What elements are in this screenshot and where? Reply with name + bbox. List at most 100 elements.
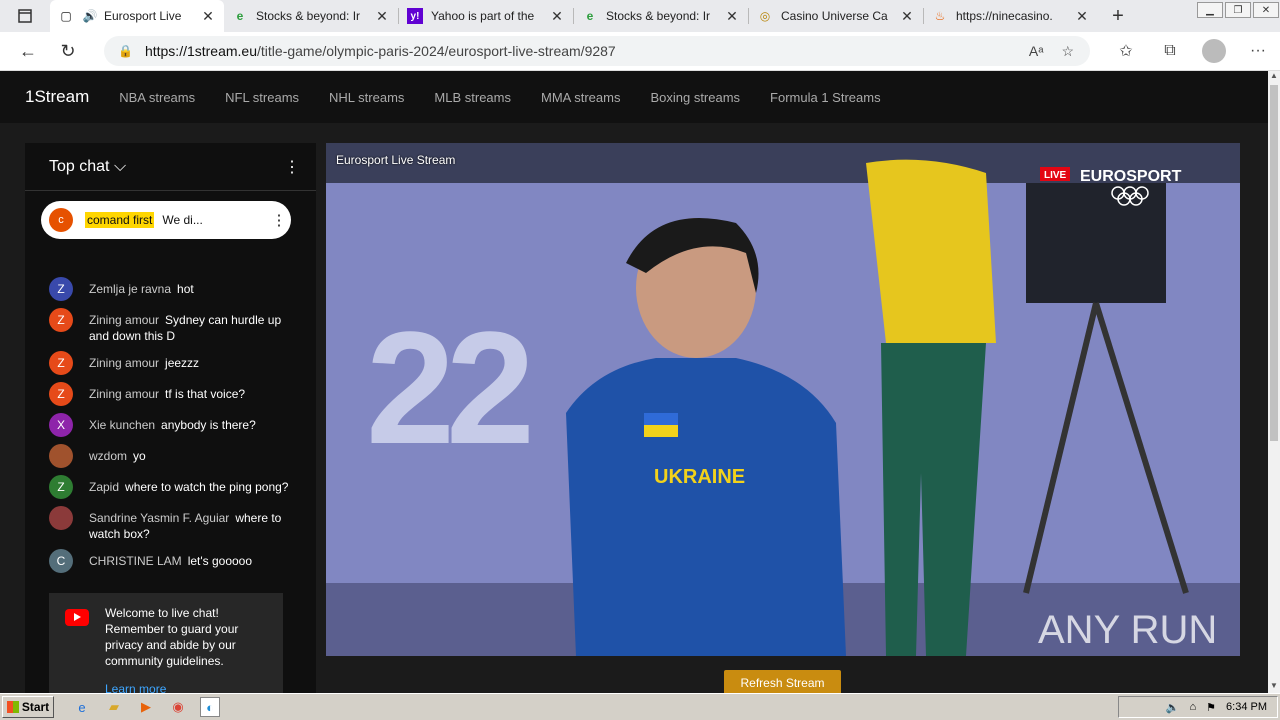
message-text: yo [133,449,146,463]
speaker-icon[interactable]: 🔊 [82,8,98,24]
avatar [49,506,73,530]
avatar: Z [49,277,73,301]
nav-mlb[interactable]: MLB streams [434,90,511,105]
message-author: Xie kunchen [89,418,156,432]
ninecasino-icon: ♨ [934,9,946,23]
more-vert-icon[interactable]: ⋮ [284,157,300,177]
tab-strip: ▢ 🔊 Eurosport Live ✕ e Stocks & beyond: … [0,0,1280,32]
chevron-down-icon: ⌵ [113,157,127,175]
profile-avatar[interactable] [1202,39,1226,63]
close-icon[interactable]: ✕ [200,8,216,25]
chat-mode-dropdown[interactable]: Top chat ⌵ [49,158,126,176]
tab-title: https://ninecasino. [956,9,1053,23]
stream-label: Eurosport Live Stream [336,153,456,167]
collections-icon[interactable]: ⧉ [1148,42,1192,60]
favorites-icon[interactable]: ✩ [1104,41,1148,61]
chat-message: wzdom yo [25,444,316,468]
tab-casino-universe[interactable]: ◎ Casino Universe Ca ✕ [749,0,923,32]
tab-stocks-1[interactable]: e Stocks & beyond: Ir ✕ [224,0,398,32]
chat-messages: Z Zemlja je ravna hot Z Zining amour Sydney c… [25,277,316,584]
more-vert-icon[interactable]: ⋮ [267,211,291,229]
chat-message: Z Zining amour Sydney can hurdle up and do… [25,308,316,344]
learn-more-link[interactable]: Learn more [105,681,273,693]
message-author: Zining amour [89,387,160,401]
close-icon[interactable]: ✕ [724,8,740,25]
yahoo-icon: y! [407,8,423,24]
new-tab-button[interactable]: + [1098,0,1138,32]
message-author: Zapid [89,480,120,494]
shield-icon[interactable]: ⚑ [1206,701,1216,714]
message-text: tf is that voice? [165,387,246,401]
chat-message: Z Zemlja je ravna hot [25,277,316,301]
close-icon[interactable]: ✕ [1074,8,1090,25]
message-text: where to watch the ping pong? [125,480,289,494]
message-text: let's gooooo [187,554,253,568]
avatar: Z [49,308,73,332]
avatar: Z [49,475,73,499]
chat-message: C CHRISTINE LAM let's gooooo [25,549,316,573]
athlete-blue-shirt [566,358,846,656]
back-button[interactable]: ← [8,35,48,67]
anyrun-watermark: ANY RUN [1038,608,1217,652]
tab-stocks-2[interactable]: e Stocks & beyond: Ir ✕ [574,0,748,32]
nav-mma[interactable]: MMA streams [541,90,620,105]
nav-nba[interactable]: NBA streams [119,90,195,105]
nav-nfl[interactable]: NFL streams [225,90,299,105]
message-text: jeezzz [165,356,200,370]
camera [1026,183,1166,303]
e-leaf-icon: e [586,9,594,23]
nav-f1[interactable]: Formula 1 Streams [770,90,881,105]
start-button[interactable]: Start [2,696,54,718]
page-scrollbar[interactable]: ▲ ▼ [1268,71,1280,693]
reload-button[interactable]: ↻ [48,35,88,67]
site-logo[interactable]: 1Stream [25,87,89,107]
e-leaf-icon: e [236,9,244,23]
avatar: X [49,413,73,437]
url-field[interactable]: 🔒 https://1stream.eu/title-game/olympic-… [104,36,1090,66]
tab-eurosport[interactable]: ▢ 🔊 Eurosport Live ✕ [50,0,224,32]
scroll-down-icon[interactable]: ▼ [1268,681,1280,693]
tab-ninecasino[interactable]: ♨ https://ninecasino. ✕ [924,0,1098,32]
url-text: https://1stream.eu/title-game/olympic-pa… [144,43,616,59]
tab-actions-button[interactable] [0,0,50,32]
message-author: CHRISTINE LAM [89,554,182,568]
scroll-thumb[interactable] [1270,85,1278,441]
chrome-icon[interactable]: ◉ [168,697,188,717]
nav-nhl[interactable]: NHL streams [329,90,404,105]
video-player[interactable]: 2 2 UKRAINE LIVE EUROSPORT ANY RUN Euros… [326,143,1240,656]
media-player-icon[interactable]: ▶ [136,697,156,717]
tab-yahoo[interactable]: y! Yahoo is part of the ✕ [399,0,573,32]
close-window-button[interactable]: ✕ [1253,2,1279,18]
maximize-button[interactable]: ❐ [1225,2,1251,18]
pinned-author: comand first [85,212,155,228]
message-author: Zemlja je ravna [89,282,172,296]
folder-icon[interactable]: ▰ [104,697,124,717]
scroll-up-icon[interactable]: ▲ [1268,71,1280,83]
close-icon[interactable]: ✕ [899,8,915,25]
system-tray: 🔈 ⌂ ⚑ 6:34 PM [1118,696,1278,718]
minimize-button[interactable]: ▁ [1197,2,1223,18]
network-icon[interactable]: ⌂ [1190,701,1197,713]
shirt-text: UKRAINE [654,466,745,488]
read-aloud-icon[interactable]: Aᵃ [1029,43,1044,60]
pinned-text: We di... [162,213,203,227]
pinned-message[interactable]: c comand first We di... ⋮ [41,201,291,239]
avatar: Z [49,382,73,406]
edge-icon[interactable]: ◐ [200,697,220,717]
welcome-text: Welcome to live chat! Remember to guard … [105,606,239,668]
avatar: C [49,549,73,573]
close-icon[interactable]: ✕ [549,8,565,25]
tab-title: Yahoo is part of the [431,9,535,23]
more-menu-icon[interactable]: ··· [1236,42,1280,60]
close-icon[interactable]: ✕ [374,8,390,25]
channel-logo: EUROSPORT [1080,168,1182,185]
nav-boxing[interactable]: Boxing streams [650,90,740,105]
chat-message: X Xie kunchen anybody is there? [25,413,316,437]
address-bar-row: ← ↻ 🔒 https://1stream.eu/title-game/olym… [0,32,1280,71]
live-chat: Top chat ⌵ ⋮ c comand first We di... ⋮ Z… [25,143,316,693]
add-favorite-icon[interactable]: ☆ [1061,43,1074,60]
athlete-yellow-shirt [866,159,996,343]
volume-icon[interactable]: 🔈 [1166,701,1180,714]
ie-icon[interactable]: e [72,697,92,717]
windows-logo-icon [6,701,19,713]
